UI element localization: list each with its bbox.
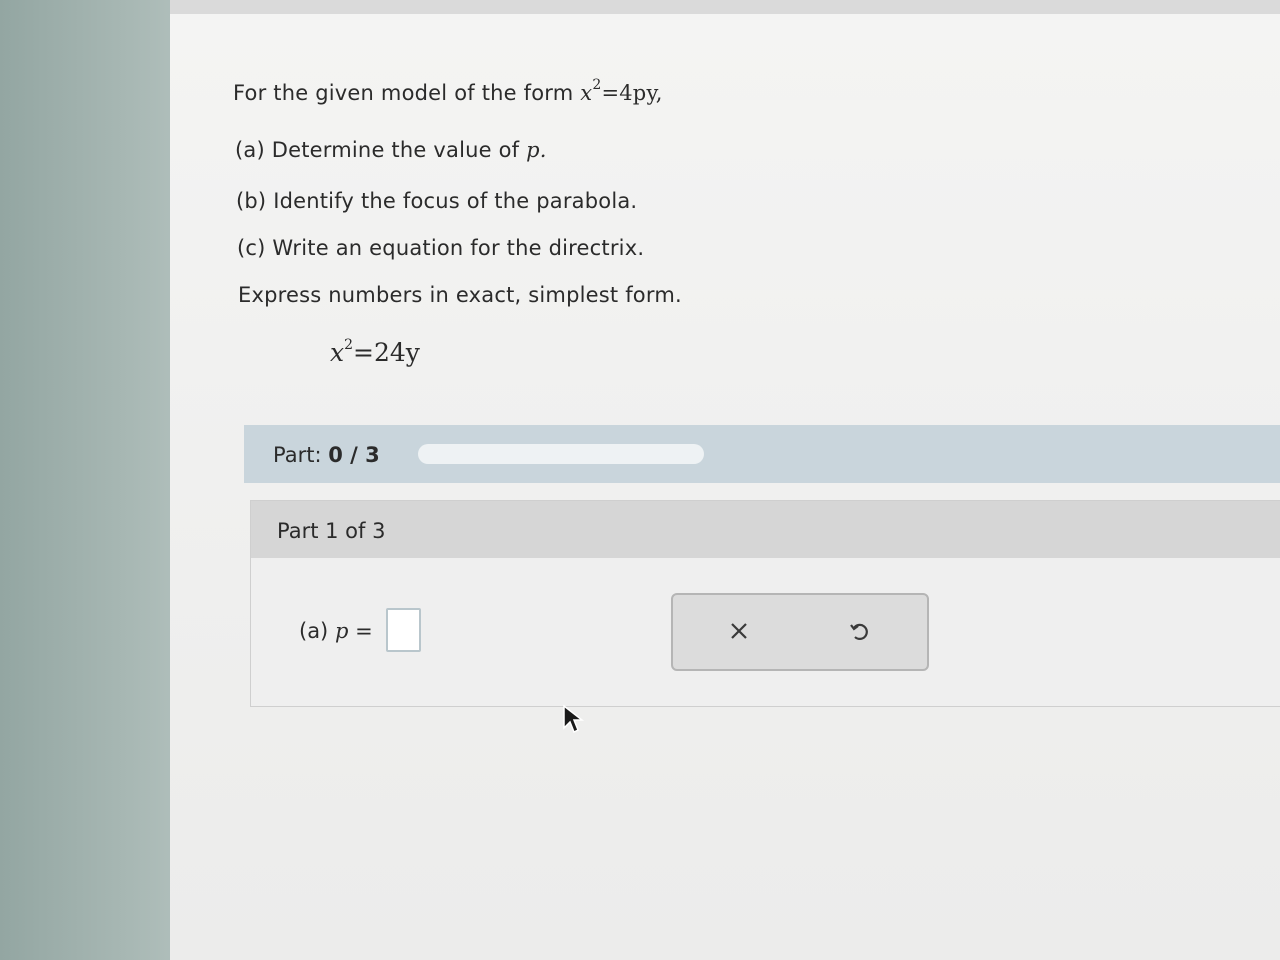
intro-text: For the given model of the form (233, 81, 574, 105)
progress-value: 0 / 3 (328, 443, 380, 467)
mouse-cursor-icon (562, 704, 585, 738)
question-part-b: (b) Identify the focus of the parabola. (236, 189, 638, 213)
section-header: Part 1 of 3 (251, 501, 1280, 558)
answer-label: (a) p = (299, 619, 373, 643)
progress-label: Part: 0 / 3 (273, 443, 380, 467)
browser-top-edge (170, 0, 1280, 14)
undo-button[interactable] (839, 611, 879, 651)
progress-track (418, 444, 704, 464)
given-equation: x2=24y (330, 336, 420, 367)
question-intro: For the given model of the form x2=4py, (233, 77, 663, 105)
section-title: Part 1 of 3 (277, 519, 386, 543)
answer-tools (671, 593, 929, 671)
question-part-a: (a) Determine the value of p. (235, 138, 547, 162)
intro-formula: x2=4py, (580, 77, 663, 105)
close-icon (731, 623, 747, 639)
instruction-text: Express numbers in exact, simplest form. (238, 283, 682, 307)
answer-input-p[interactable] (386, 608, 421, 652)
clear-button[interactable] (719, 611, 759, 651)
question-part-c: (c) Write an equation for the directrix. (237, 236, 645, 260)
undo-icon (850, 623, 868, 640)
progress-bar-container (244, 425, 1280, 483)
part-section: Part 1 of 3 (a) p = (250, 500, 1280, 707)
